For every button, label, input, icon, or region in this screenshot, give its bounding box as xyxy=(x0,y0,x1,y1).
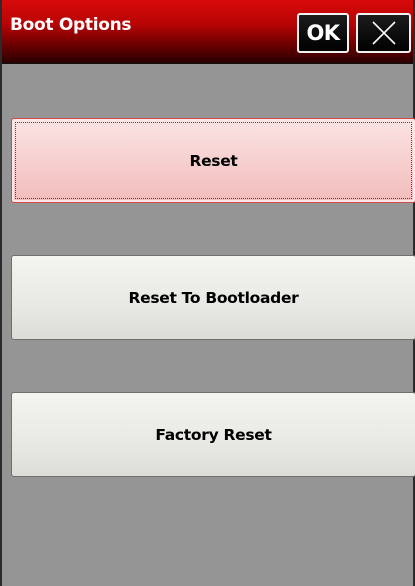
ok-button[interactable]: OK xyxy=(297,13,349,53)
reset-to-bootloader-button[interactable]: Reset To Bootloader xyxy=(11,255,415,340)
close-icon xyxy=(371,21,396,45)
factory-reset-button-label: Factory Reset xyxy=(155,425,272,444)
window-title: Boot Options xyxy=(10,15,132,35)
boot-options-window: Boot Options OK Reset Reset To Bootloade… xyxy=(0,0,415,586)
reset-to-bootloader-button-label: Reset To Bootloader xyxy=(128,288,299,307)
reset-button-label: Reset xyxy=(189,151,238,170)
close-button[interactable] xyxy=(356,13,411,53)
factory-reset-button[interactable]: Factory Reset xyxy=(11,392,415,477)
title-bar: Boot Options OK xyxy=(2,0,413,64)
reset-button[interactable]: Reset xyxy=(11,118,415,203)
